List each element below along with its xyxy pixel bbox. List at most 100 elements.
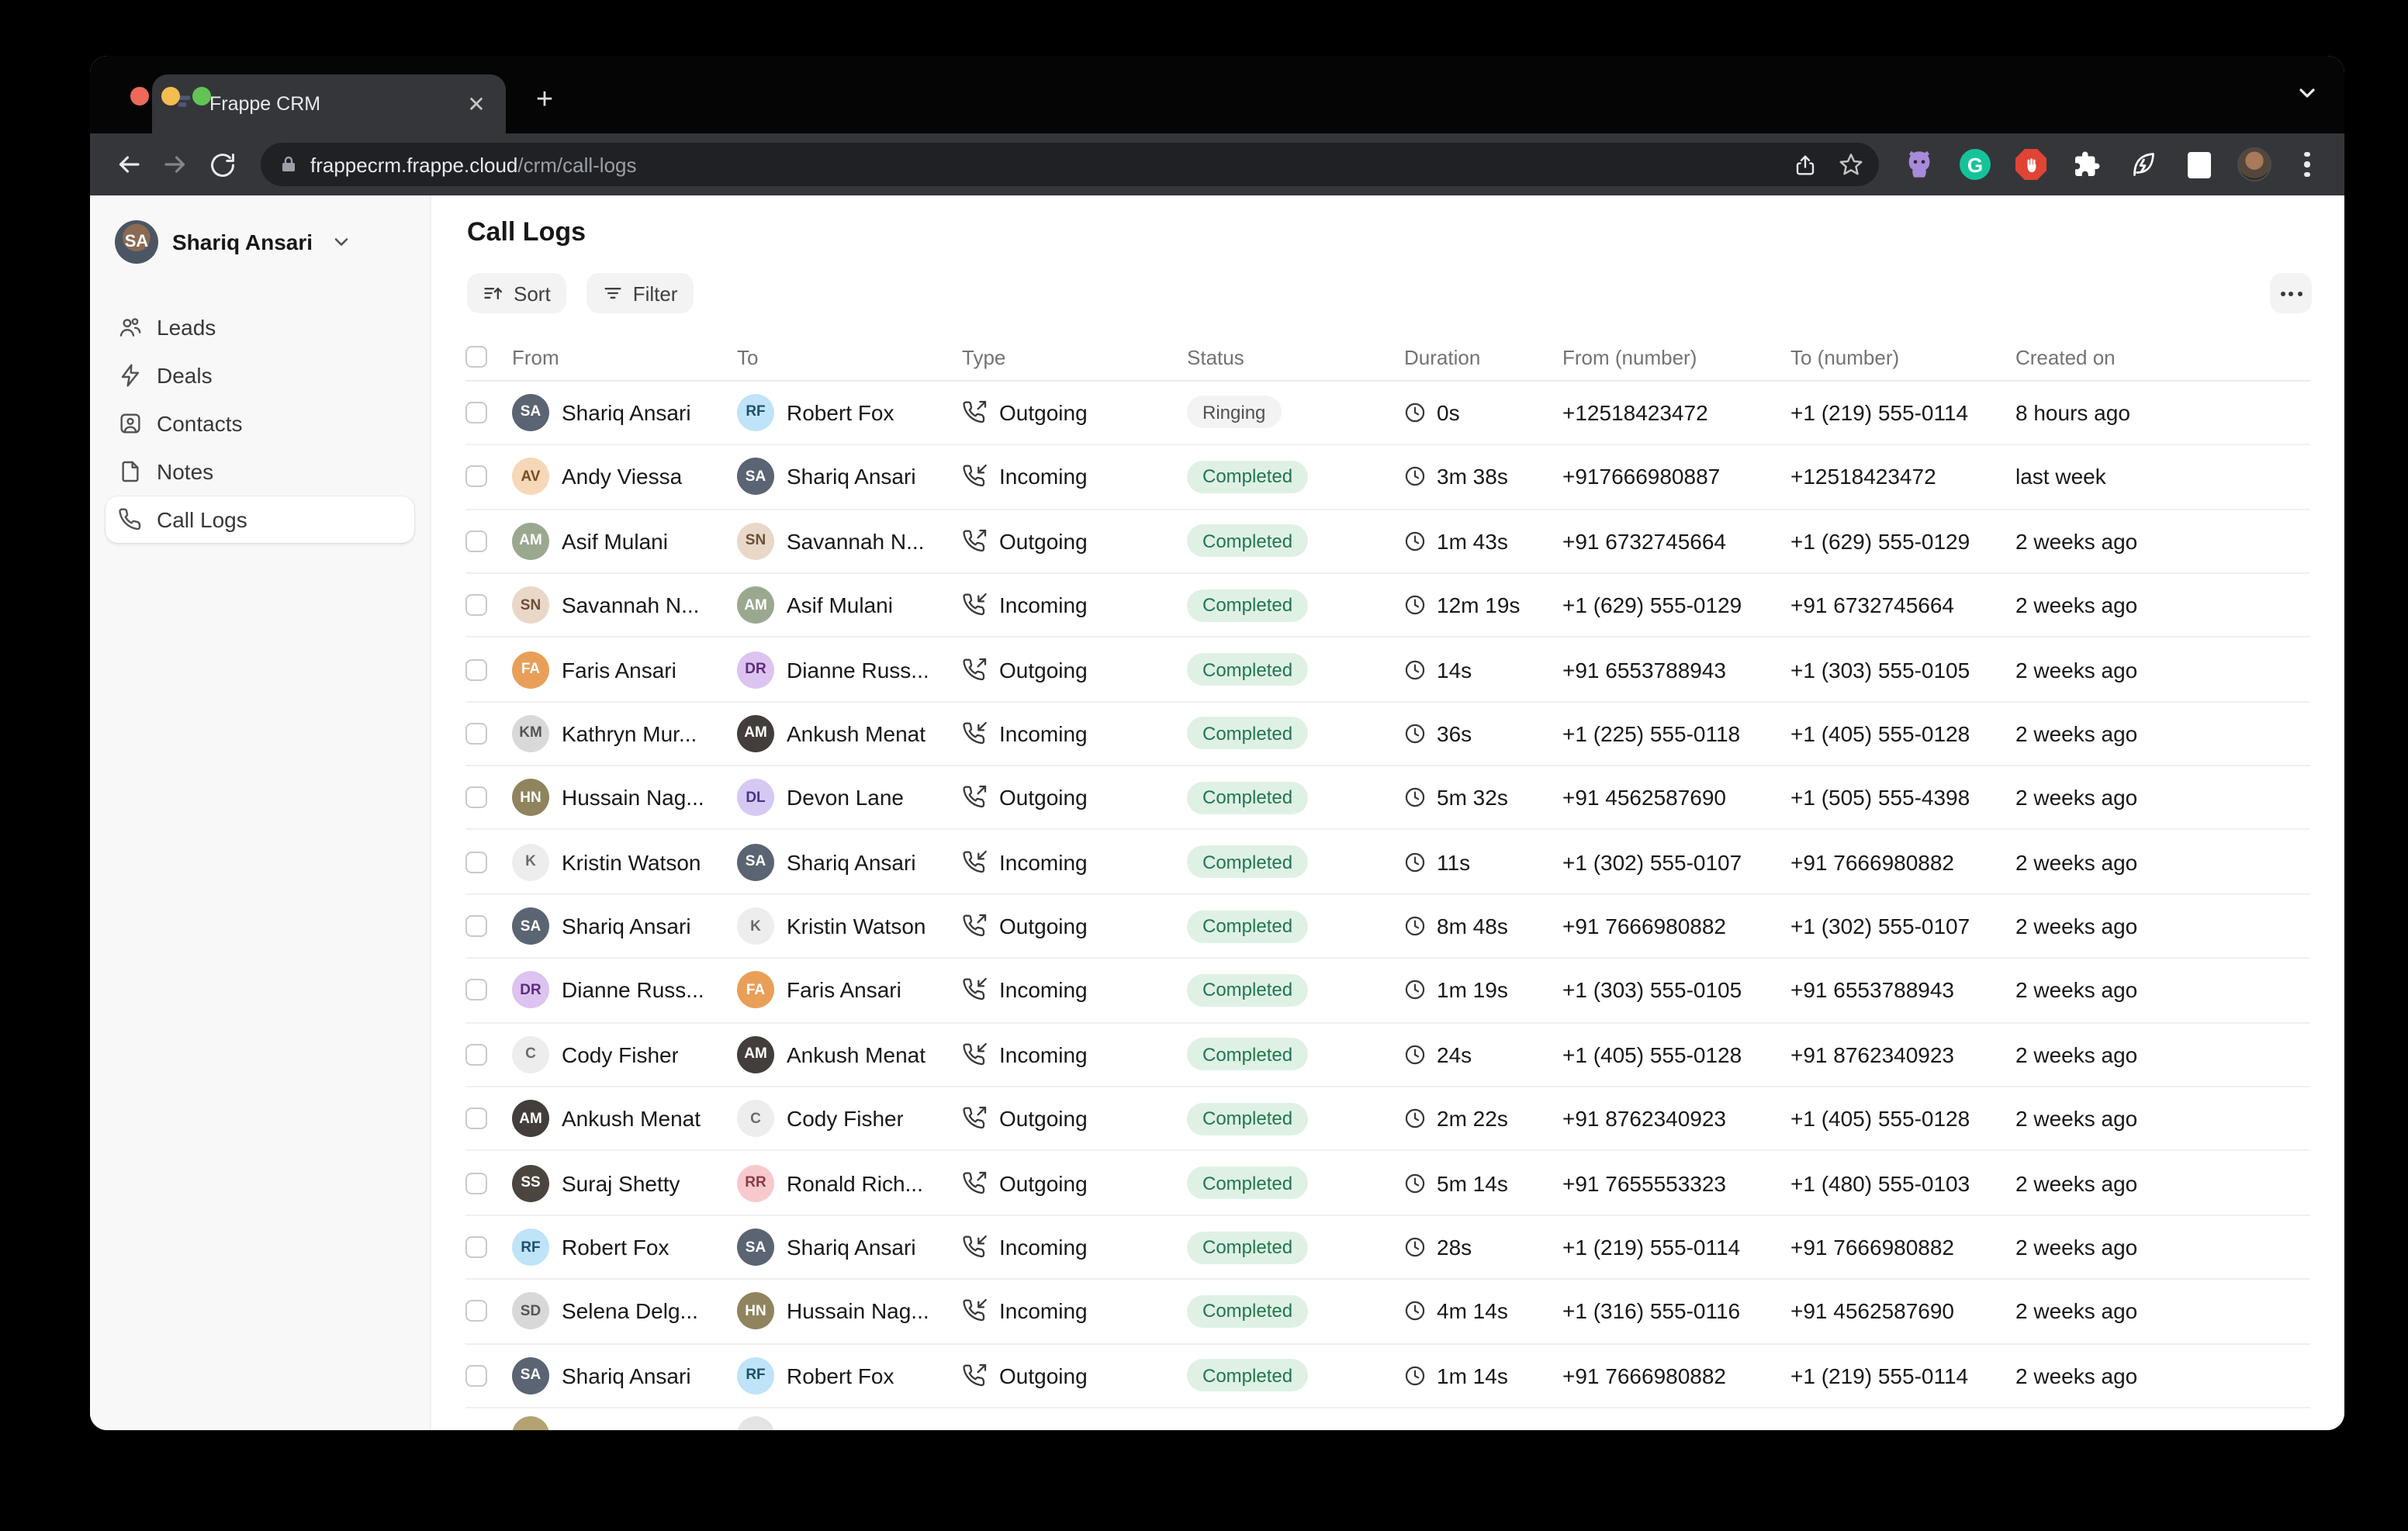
to-number-cell: +91 7666980882 bbox=[1790, 1235, 2015, 1260]
zoom-window-button[interactable] bbox=[192, 87, 211, 105]
phone-incoming-icon bbox=[962, 721, 987, 746]
sidebar-item-notes[interactable]: Notes bbox=[106, 448, 414, 495]
person-name: Shariq Ansari bbox=[562, 400, 691, 425]
status-badge: Completed bbox=[1187, 653, 1308, 686]
call-type-label: Incoming bbox=[999, 1299, 1088, 1324]
row-checkbox[interactable] bbox=[465, 402, 487, 423]
lock-icon bbox=[279, 155, 298, 174]
row-checkbox[interactable] bbox=[465, 1365, 487, 1387]
table-row[interactable]: SNSavannah N...AMAsif MulaniIncomingComp… bbox=[465, 574, 2310, 638]
select-all-checkbox[interactable] bbox=[465, 347, 487, 368]
person-name: Faris Ansari bbox=[562, 657, 676, 682]
reload-icon[interactable] bbox=[202, 144, 242, 185]
sidebar-item-call-logs[interactable]: Call Logs bbox=[106, 496, 414, 543]
person-name: Hussain Nag... bbox=[787, 1299, 929, 1324]
bookmark-star-icon[interactable] bbox=[1839, 152, 1863, 177]
row-checkbox[interactable] bbox=[465, 851, 487, 873]
minimize-window-button[interactable] bbox=[161, 87, 180, 105]
column-header: To (number) bbox=[1790, 346, 2015, 369]
row-checkbox[interactable] bbox=[465, 723, 487, 745]
to-cell: FAFaris Ansari bbox=[737, 972, 962, 1009]
row-checkbox[interactable] bbox=[465, 980, 487, 1001]
table-row-partial[interactable] bbox=[465, 1408, 2310, 1430]
row-checkbox[interactable] bbox=[465, 1172, 487, 1194]
sort-button[interactable]: Sort bbox=[467, 273, 566, 313]
extension-puzzle-icon[interactable] bbox=[2070, 147, 2104, 181]
person-name: Robert Fox bbox=[787, 1363, 894, 1388]
clock-icon bbox=[1404, 402, 1426, 423]
close-window-button[interactable] bbox=[130, 87, 149, 105]
table-row[interactable]: KKristin WatsonSAShariq AnsariIncomingCo… bbox=[465, 831, 2310, 895]
sidebar-item-deals[interactable]: Deals bbox=[106, 352, 414, 399]
row-checkbox[interactable] bbox=[465, 1301, 487, 1322]
row-checkbox[interactable] bbox=[465, 530, 487, 551]
table-row[interactable]: AMAnkush MenatCCody FisherOutgoingComple… bbox=[465, 1087, 2310, 1152]
extension-leaf-icon[interactable] bbox=[2126, 147, 2160, 181]
avatar: AM bbox=[737, 1036, 774, 1073]
table-row[interactable]: SAShariq AnsariRFRobert FoxOutgoingCompl… bbox=[465, 1344, 2310, 1408]
table-row[interactable]: AMAsif MulaniSNSavannah N...OutgoingComp… bbox=[465, 510, 2310, 574]
browser-menu-icon[interactable] bbox=[2293, 147, 2321, 181]
table-row[interactable]: DRDianne Russ...FAFaris AnsariIncomingCo… bbox=[465, 959, 2310, 1024]
table-row[interactable]: AVAndy ViessaSAShariq AnsariIncomingComp… bbox=[465, 445, 2310, 510]
to-cell: HNHussain Nag... bbox=[737, 1293, 962, 1330]
created-on-cell: 2 weeks ago bbox=[2015, 528, 2310, 553]
extension-github-icon[interactable] bbox=[1902, 147, 1936, 181]
row-checkbox[interactable] bbox=[465, 594, 487, 616]
table-row[interactable]: SSSuraj ShettyRRRonald Rich...OutgoingCo… bbox=[465, 1152, 2310, 1216]
table-row[interactable]: KMKathryn Mur...AMAnkush MenatIncomingCo… bbox=[465, 702, 2310, 766]
from-cell: SDSelena Delg... bbox=[512, 1293, 737, 1330]
browser-profile-avatar[interactable] bbox=[2237, 147, 2271, 181]
row-checkbox[interactable] bbox=[465, 658, 487, 680]
address-bar[interactable]: frappecrm.frappe.cloud/crm/call-logs bbox=[261, 143, 1879, 186]
forward-icon[interactable] bbox=[155, 144, 195, 185]
extension-grammarly-icon[interactable]: G bbox=[1958, 147, 1992, 181]
back-icon[interactable] bbox=[109, 144, 149, 185]
person-name: Asif Mulani bbox=[787, 593, 893, 617]
clock-icon bbox=[1404, 980, 1426, 1001]
sidebar-item-contacts[interactable]: Contacts bbox=[106, 400, 414, 447]
from-number-cell: +91 8762340923 bbox=[1562, 1106, 1790, 1131]
from-number-cell: +91 6732745664 bbox=[1562, 528, 1790, 553]
sidebar-item-leads[interactable]: Leads bbox=[106, 304, 414, 351]
avatar: RF bbox=[737, 1357, 774, 1394]
clock-icon bbox=[1404, 1365, 1426, 1387]
tab-search-chevron-icon[interactable] bbox=[2295, 81, 2320, 105]
call-type-cell: Incoming bbox=[962, 978, 1187, 1003]
from-number-cell: +12518423472 bbox=[1562, 400, 1790, 425]
sidebar-item-label: Deals bbox=[157, 363, 213, 388]
table-row[interactable]: SDSelena Delg...HNHussain Nag... Incoming… bbox=[465, 1280, 2310, 1344]
sidebar-item-label: Call Logs bbox=[157, 507, 247, 532]
table-row[interactable]: FAFaris AnsariDRDianne Russ...OutgoingCo… bbox=[465, 638, 2310, 703]
to-number-cell: +1 (629) 555-0129 bbox=[1790, 528, 2015, 553]
row-checkbox[interactable] bbox=[465, 466, 487, 488]
row-checkbox[interactable] bbox=[465, 915, 487, 937]
row-checkbox[interactable] bbox=[465, 1044, 487, 1066]
table-row[interactable]: SAShariq AnsariRFRobert FoxOutgoingRingi… bbox=[465, 382, 2310, 446]
duration-cell: 0s bbox=[1404, 400, 1562, 425]
share-icon[interactable] bbox=[1794, 153, 1817, 176]
sidebar-item-label: Leads bbox=[157, 315, 216, 340]
table-row[interactable]: RFRobert FoxSAShariq AnsariIncomingCompl… bbox=[465, 1216, 2310, 1280]
to-number-cell: +1 (303) 555-0105 bbox=[1790, 657, 2015, 682]
person-name: Shariq Ansari bbox=[787, 849, 916, 874]
tab-close-icon[interactable]: ✕ bbox=[462, 90, 490, 118]
table-row[interactable]: HNHussain Nag...DLDevon LaneOutgoingComp… bbox=[465, 766, 2310, 831]
avatar: SD bbox=[512, 1293, 549, 1330]
extension-sidebar-icon[interactable] bbox=[2181, 147, 2216, 181]
new-tab-button[interactable]: + bbox=[524, 81, 565, 121]
extension-adblock-icon[interactable] bbox=[2014, 147, 2048, 181]
more-options-button[interactable] bbox=[2270, 273, 2312, 313]
row-checkbox[interactable] bbox=[465, 1236, 487, 1258]
filter-button[interactable]: Filter bbox=[586, 273, 694, 313]
table-row[interactable]: CCody FisherAMAnkush MenatIncomingComple… bbox=[465, 1023, 2310, 1087]
created-on-cell: last week bbox=[2015, 465, 2310, 489]
user-menu[interactable]: SA Shariq Ansari bbox=[106, 214, 414, 270]
to-cell: KKristin Watson bbox=[737, 907, 962, 945]
column-header: Status bbox=[1187, 346, 1404, 369]
status-badge: Completed bbox=[1187, 1360, 1308, 1392]
user-name: Shariq Ansari bbox=[172, 230, 313, 254]
row-checkbox[interactable] bbox=[465, 1108, 487, 1129]
table-row[interactable]: SAShariq AnsariKKristin WatsonOutgoingCo… bbox=[465, 895, 2310, 959]
row-checkbox[interactable] bbox=[465, 787, 487, 809]
